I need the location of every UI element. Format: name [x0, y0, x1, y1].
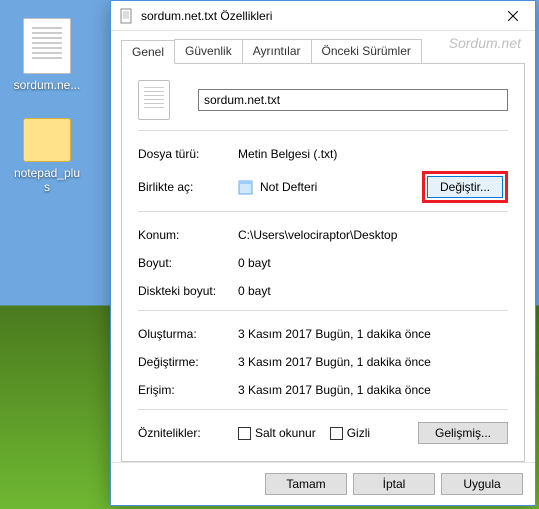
- tab-security[interactable]: Güvenlik: [174, 39, 243, 63]
- label-accessed: Erişim:: [138, 383, 238, 397]
- divider: [138, 211, 508, 212]
- tab-previous-versions[interactable]: Önceki Sürümler: [311, 39, 422, 63]
- checkbox-box: [330, 427, 343, 440]
- value-modified: 3 Kasım 2017 Bugün, 1 dakika önce: [238, 355, 508, 369]
- change-button-highlight: Değiştir...: [422, 171, 508, 203]
- value-location: C:\Users\velociraptor\Desktop: [238, 228, 508, 242]
- notepad-icon: [238, 179, 254, 195]
- label-attributes: Öznitelikler:: [138, 426, 238, 440]
- tab-general[interactable]: Genel: [121, 40, 175, 64]
- change-button[interactable]: Değiştir...: [427, 176, 503, 198]
- label-size-on-disk: Diskteki boyut:: [138, 284, 238, 298]
- checkbox-hidden[interactable]: Gizli: [330, 426, 370, 440]
- file-type-icon: [138, 80, 170, 120]
- label-location: Konum:: [138, 228, 238, 242]
- value-file-type: Metin Belgesi (.txt): [238, 147, 508, 161]
- label-opens-with: Birlikte aç:: [138, 180, 238, 194]
- checkbox-readonly[interactable]: Salt okunur: [238, 426, 316, 440]
- folder-icon: [23, 118, 71, 162]
- value-created: 3 Kasım 2017 Bugün, 1 dakika önce: [238, 327, 508, 341]
- label-size: Boyut:: [138, 256, 238, 270]
- ok-button[interactable]: Tamam: [265, 473, 347, 495]
- label-created: Oluşturma:: [138, 327, 238, 341]
- checkbox-readonly-label: Salt okunur: [255, 426, 316, 440]
- label-file-type: Dosya türü:: [138, 147, 238, 161]
- tab-details[interactable]: Ayrıntılar: [242, 39, 312, 63]
- properties-dialog: sordum.net.txt Özellikleri Sordum.net Ge…: [110, 0, 536, 506]
- filename-input[interactable]: [198, 89, 508, 111]
- titlebar[interactable]: sordum.net.txt Özellikleri: [111, 1, 535, 31]
- close-icon: [508, 11, 518, 21]
- value-size: 0 bayt: [238, 256, 508, 270]
- desktop-folder-icon[interactable]: notepad_plus: [12, 118, 82, 194]
- close-button[interactable]: [490, 1, 535, 31]
- checkbox-box: [238, 427, 251, 440]
- dialog-button-row: Tamam İptal Uygula: [111, 462, 535, 505]
- text-file-icon: [23, 18, 71, 74]
- value-opens-with: Not Defteri: [260, 180, 317, 194]
- tab-strip: Genel Güvenlik Ayrıntılar Önceki Sürümle…: [121, 39, 525, 63]
- apply-button[interactable]: Uygula: [441, 473, 523, 495]
- dialog-title: sordum.net.txt Özellikleri: [141, 9, 490, 23]
- cancel-button[interactable]: İptal: [353, 473, 435, 495]
- divider: [138, 310, 508, 311]
- tab-panel-general: Dosya türü: Metin Belgesi (.txt) Birlikt…: [121, 63, 525, 462]
- value-size-on-disk: 0 bayt: [238, 284, 508, 298]
- checkbox-hidden-label: Gizli: [347, 426, 370, 440]
- advanced-button[interactable]: Gelişmiş...: [418, 422, 508, 444]
- divider: [138, 409, 508, 410]
- desktop-icon-label: notepad_plus: [12, 166, 82, 194]
- titlebar-file-icon: [119, 8, 135, 24]
- value-accessed: 3 Kasım 2017 Bugün, 1 dakika önce: [238, 383, 508, 397]
- divider: [138, 130, 508, 131]
- label-modified: Değiştirme:: [138, 355, 238, 369]
- desktop-file-icon[interactable]: sordum.ne...: [12, 18, 82, 92]
- desktop-icon-label: sordum.ne...: [12, 78, 82, 92]
